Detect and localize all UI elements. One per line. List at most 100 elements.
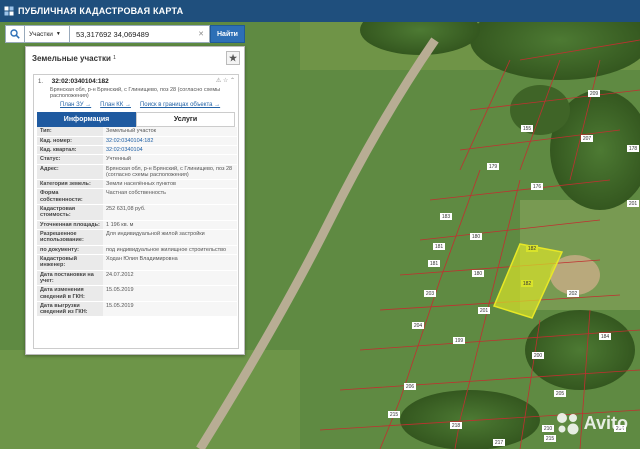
plot-label: 200 (534, 353, 543, 359)
plot-label: 201 (480, 308, 489, 314)
info-row: Кадастровый инженер: Ходан Юлия Владимиро… (37, 254, 237, 271)
info-key: Форма собственности: (37, 188, 103, 206)
card-tools-icons[interactable]: ⚠ ☆ ⌃ (216, 78, 235, 86)
info-key: Кад. номер: (37, 136, 103, 146)
plot-label: 209 (590, 91, 599, 97)
plot-label: 218 (452, 423, 461, 429)
info-row: Форма собственности: Частная собственност… (37, 188, 237, 206)
info-key: Статус: (37, 154, 103, 165)
plot-label: 210 (544, 426, 553, 432)
plot-label: 183 (442, 214, 451, 220)
plot-label: 176 (533, 184, 542, 190)
info-key: Дата изменения сведений в ГКН: (37, 285, 103, 302)
info-value: 252 631,08 руб. (103, 204, 237, 221)
info-row: Кад. квартал: 32:02:0340104 (37, 145, 237, 156)
app-title: ПУБЛИЧНАЯ КАДАСТРОВАЯ КАРТА (18, 6, 184, 16)
plot-label: 180 (472, 234, 481, 240)
info-key: Адрес: (37, 164, 103, 181)
info-value[interactable]: 32:02:0340104 (103, 145, 237, 156)
info-row: Адрес: Брянская обл, р-н Брянский, с Глин… (37, 164, 237, 181)
info-value: Брянская обл, р-н Брянский, с Глинищево,… (103, 164, 237, 181)
selected-parcel-label: 182 (528, 246, 537, 252)
info-key: Дата выгрузки сведений из ГКН: (37, 301, 103, 318)
plot-label: 215 (390, 412, 399, 418)
plot-label: 155 (523, 126, 532, 132)
info-row: Дата постановки на учет: 24.07.2012 (37, 270, 237, 287)
info-row: Кад. номер: 32:02:0340104:182 (37, 136, 237, 146)
map-logo-icon (4, 6, 14, 16)
info-value: 15.05.2019 (103, 285, 237, 302)
info-value: 24.07.2012 (103, 270, 237, 287)
favorite-star-icon[interactable]: ★ (226, 51, 240, 65)
parcel-links: План ЗУ → План КК → Поиск в границах объ… (60, 102, 238, 108)
plot-label: 181 (435, 244, 444, 250)
search-input[interactable]: 53,317692 34,069489 ✕ (69, 25, 210, 43)
selected-parcel-label: 182 (523, 281, 532, 287)
chevron-down-icon: ▼ (55, 31, 61, 37)
info-value: 1 196 кв. м (103, 220, 237, 231)
result-count: 1 (113, 55, 116, 61)
info-value: Учтенный (103, 154, 237, 165)
plot-label: 180 (474, 271, 483, 277)
plot-label: 179 (489, 164, 498, 170)
link-search-in-bounds[interactable]: Поиск в границах объекта → (140, 102, 220, 108)
link-plan-zu[interactable]: План ЗУ → (60, 102, 91, 108)
plot-label: 215 (546, 436, 555, 442)
info-value: 15.05.2019 (103, 301, 237, 318)
plot-label: 202 (569, 291, 578, 297)
info-row: Разрешенное использование: Для индивидуал… (37, 229, 237, 246)
link-plan-kk[interactable]: План КК → (100, 102, 131, 108)
avito-watermark: Avito (554, 410, 628, 436)
plot-label: 217 (495, 440, 504, 446)
info-key: Кад. квартал: (37, 145, 103, 156)
info-value: Земельный участок (103, 127, 237, 137)
info-row: Категория земель: Земли населённых пункто… (37, 179, 237, 190)
panel-title: Земельные участки (32, 53, 111, 63)
results-panel: Земельные участки 1 ★ 1. 32:02:0340104:1… (25, 46, 245, 355)
info-key: Кадастровая стоимость: (37, 204, 103, 221)
info-value: Для индивидуальной жилой застройки (103, 229, 237, 246)
info-key: Кадастровый инженер: (37, 254, 103, 271)
info-value[interactable]: 32:02:0340104:182 (103, 136, 237, 146)
parcel-address: Брянская обл, р-н Брянский, с Глинищево,… (50, 86, 221, 100)
info-value: Ходан Юлия Владимировна (103, 254, 237, 271)
clear-icon[interactable]: ✕ (198, 30, 204, 38)
tree-cluster (510, 85, 570, 135)
info-key: по документу: (37, 245, 103, 255)
card-tabs: Информация Услуги (37, 112, 235, 128)
info-row: по документу: под индивидуальное жилищное… (37, 245, 237, 255)
plot-label: 199 (455, 338, 464, 344)
parcel-info-table: Тип: Земельный участок Кад. номер: 32:02:03… (37, 127, 237, 318)
search-icon (10, 29, 20, 39)
plot-label: 201 (629, 201, 638, 207)
info-row: Тип: Земельный участок (37, 127, 237, 137)
parcel-card: 1. 32:02:0340104:182 ⚠ ☆ ⌃ Брянская обл,… (33, 74, 239, 349)
info-row: Кадастровая стоимость: 252 631,08 руб. (37, 204, 237, 221)
info-row: Статус: Учтенный (37, 154, 237, 165)
find-button[interactable]: Найти (210, 25, 245, 43)
info-key: Уточненная площадь: (37, 220, 103, 231)
info-row: Дата изменения сведений в ГКН: 15.05.2019 (37, 285, 237, 302)
search-type-select[interactable]: Участки ▼ (25, 25, 69, 43)
plot-label: 207 (583, 136, 592, 142)
info-value: Земли населённых пунктов (103, 179, 237, 190)
plot-label: 181 (430, 261, 439, 267)
plot-label: 204 (414, 323, 423, 329)
tab-information[interactable]: Информация (37, 112, 136, 128)
tab-services[interactable]: Услуги (136, 112, 235, 128)
info-value: под индивидуальное жилищное строительств… (103, 245, 237, 255)
search-bar: Участки ▼ 53,317692 34,069489 ✕ Найти (5, 25, 245, 43)
parcel-card-header[interactable]: 1. 32:02:0340104:182 ⚠ ☆ ⌃ Брянская обл,… (34, 75, 238, 100)
panel-header: Земельные участки 1 ★ (26, 47, 244, 69)
plot-label: 206 (406, 384, 415, 390)
info-key: Тип: (37, 127, 103, 137)
plot-label: 178 (629, 146, 638, 152)
cadastral-number: 32:02:0340104:182 (51, 78, 109, 85)
plot-label: 205 (556, 391, 565, 397)
info-key: Дата постановки на учет: (37, 270, 103, 287)
info-key: Категория земель: (37, 179, 103, 190)
search-type-label: Участки (29, 30, 53, 38)
search-icon-button[interactable] (5, 25, 25, 43)
info-value: Частная собственность (103, 188, 237, 206)
avito-logo-icon (556, 413, 579, 435)
